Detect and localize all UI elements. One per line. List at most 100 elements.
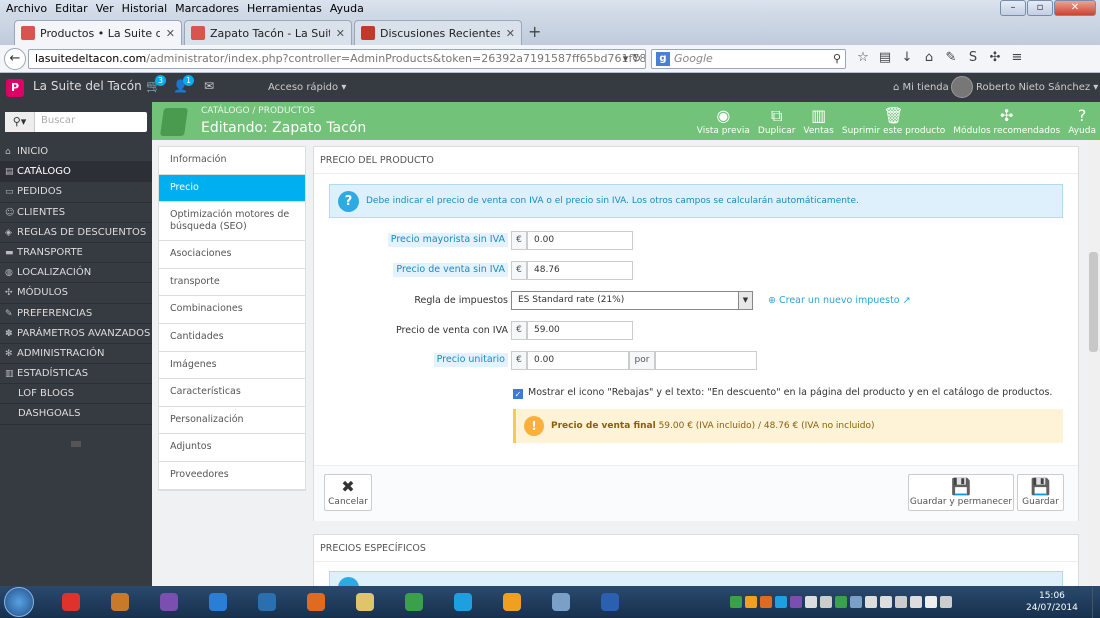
tray-icon[interactable]: [880, 596, 892, 608]
tab-close-icon[interactable]: ✕: [506, 27, 515, 40]
skype-icon[interactable]: S: [962, 50, 984, 65]
product-tab[interactable]: Precio: [159, 174, 305, 203]
product-tab[interactable]: Información: [159, 147, 305, 175]
sidebar-item-estadísticas[interactable]: ▥ ESTADÍSTICAS: [0, 364, 152, 385]
back-icon[interactable]: ←: [4, 48, 26, 70]
search-icon[interactable]: ⚲: [833, 50, 841, 68]
on-sale-checkbox[interactable]: ✓: [513, 389, 523, 399]
tab-close-icon[interactable]: ✕: [336, 27, 345, 40]
page-scrollbar[interactable]: [1087, 142, 1100, 586]
prestashop-logo-icon[interactable]: P: [6, 79, 24, 97]
bookmarks-icon[interactable]: ▤: [874, 50, 896, 65]
avatar[interactable]: [951, 76, 973, 98]
product-tab[interactable]: Optimización motores de búsqueda (SEO): [159, 202, 305, 242]
reload-icon[interactable]: ▾ ↻: [623, 50, 641, 68]
toolbar-button-help[interactable]: ? Ayuda: [1064, 102, 1100, 140]
taskbar-app[interactable]: [97, 588, 143, 616]
web-search-input[interactable]: g Google ⚲: [651, 49, 846, 69]
wholesale-price-input[interactable]: 0.00: [527, 231, 633, 250]
tab-close-icon[interactable]: ✕: [166, 27, 175, 40]
tax-rule-select[interactable]: ES Standard rate (21%) ▼: [511, 291, 753, 310]
menu-historial[interactable]: Historial: [122, 2, 167, 15]
retail-tax-price-input[interactable]: 59.00: [527, 321, 633, 340]
taskbar-app[interactable]: [489, 588, 535, 616]
sidebar-item-administración[interactable]: ✻ ADMINISTRACIÓN: [0, 344, 152, 365]
new-tab-icon[interactable]: +: [528, 22, 541, 41]
cancel-button[interactable]: ✖ Cancelar: [324, 474, 372, 511]
scrollbar-thumb[interactable]: [1089, 252, 1098, 352]
taskbar-app[interactable]: [48, 588, 94, 616]
sidebar-item-catálogo[interactable]: ▤ CATÁLOGO: [0, 162, 152, 183]
my-shop-link[interactable]: ⌂ Mi tienda: [893, 82, 949, 93]
product-tab[interactable]: Personalización: [159, 407, 305, 435]
start-button[interactable]: [4, 587, 34, 617]
user-dropdown[interactable]: Roberto Nieto Sánchez ▾: [976, 82, 1098, 93]
toolbar-button-chart[interactable]: ▥ Ventas: [799, 102, 837, 140]
unit-price-input[interactable]: 0.00: [527, 351, 629, 370]
sidebar-item-localización[interactable]: ◍ LOCALIZACIÓN: [0, 263, 152, 284]
product-tab[interactable]: Características: [159, 379, 305, 407]
clock[interactable]: 15:06 24/07/2014: [1026, 590, 1078, 614]
taskbar-app[interactable]: [195, 588, 241, 616]
create-tax-link[interactable]: ⊕ Crear un nuevo impuesto ↗: [768, 295, 911, 306]
tray-icon[interactable]: [925, 596, 937, 608]
tray-icon[interactable]: [790, 596, 802, 608]
tray-icon[interactable]: [760, 596, 772, 608]
breadcrumb[interactable]: CATÁLOGO / PRODUCTOS: [201, 106, 315, 116]
sidebar-item-inicio[interactable]: ⌂ INICIO: [0, 142, 152, 163]
tray-icon[interactable]: [805, 596, 817, 608]
toolbar-button-trash[interactable]: 🗑 Suprimir este producto: [838, 102, 949, 140]
browser-tab-productos[interactable]: Productos • La Suite del Ta... ✕: [14, 20, 182, 45]
search-icon[interactable]: ⚲▾: [5, 112, 35, 132]
product-tab[interactable]: Imágenes: [159, 352, 305, 380]
product-tab[interactable]: Asociaciones: [159, 241, 305, 269]
product-tab[interactable]: transporte: [159, 269, 305, 297]
sidebar-item-lof-blogs[interactable]: LOF BLOGS: [0, 384, 152, 405]
sidebar-item-módulos[interactable]: ✣ MÓDULOS: [0, 283, 152, 304]
sidebar-item-preferencias[interactable]: ✎ PREFERENCIAS: [0, 304, 152, 324]
tray-icon[interactable]: [820, 596, 832, 608]
tray-icon[interactable]: [730, 596, 742, 608]
browser-tab-zapato[interactable]: Zapato Tacón - La Suite de... ✕: [184, 20, 352, 45]
menu-editar[interactable]: Editar: [55, 2, 88, 15]
taskbar-app[interactable]: [244, 588, 290, 616]
product-tab[interactable]: Combinaciones: [159, 296, 305, 324]
sidebar-item-pedidos[interactable]: ▭ PEDIDOS: [0, 182, 152, 203]
addon-icon[interactable]: ✣: [984, 50, 1006, 65]
retail-price-input[interactable]: 48.76: [527, 261, 633, 280]
taskbar-app[interactable]: [146, 588, 192, 616]
bookmark-star-icon[interactable]: ☆: [852, 50, 874, 65]
taskbar-app[interactable]: [293, 588, 339, 616]
close-window-icon[interactable]: ✕: [1054, 0, 1096, 16]
tray-icon[interactable]: [895, 596, 907, 608]
toolbar-button-puzzle[interactable]: ✣ Módulos recomendados: [949, 102, 1064, 140]
save-button[interactable]: 💾 Guardar: [1017, 474, 1064, 511]
show-desktop-button[interactable]: [1092, 586, 1100, 618]
menu-ver[interactable]: Ver: [96, 2, 114, 15]
taskbar-app[interactable]: [538, 588, 584, 616]
unity-input[interactable]: [655, 351, 757, 370]
tray-icon[interactable]: [940, 596, 952, 608]
sidebar-item-clientes[interactable]: ☺ CLIENTES: [0, 203, 152, 223]
tray-icon[interactable]: [835, 596, 847, 608]
sidebar-item-transporte[interactable]: ▬ TRANSPORTE: [0, 243, 152, 264]
menu-herramientas[interactable]: Herramientas: [247, 2, 322, 15]
sidebar-search[interactable]: ⚲▾ Buscar: [5, 112, 147, 132]
tray-icon[interactable]: [745, 596, 757, 608]
browser-tab-discusiones[interactable]: Discusiones Recientes (1/3... ✕: [354, 20, 522, 45]
product-tab[interactable]: Cantidades: [159, 324, 305, 352]
message-icon[interactable]: ✉: [204, 79, 214, 93]
menu-ayuda[interactable]: Ayuda: [330, 2, 364, 15]
taskbar-app[interactable]: [342, 588, 388, 616]
product-tab[interactable]: Proveedores: [159, 462, 305, 490]
tray-icon[interactable]: [850, 596, 862, 608]
sidebar-item-dashgoals[interactable]: DASHGOALS: [0, 404, 152, 425]
taskbar-app[interactable]: [440, 588, 486, 616]
save-and-stay-button[interactable]: 💾 Guardar y permanecer: [908, 474, 1014, 511]
shop-name[interactable]: La Suite del Tacón: [33, 79, 142, 93]
download-icon[interactable]: ↓: [896, 50, 918, 65]
sidebar-item-reglas-de-descuentos[interactable]: ◈ REGLAS DE DESCUENTOS: [0, 223, 152, 243]
product-tab[interactable]: Adjuntos: [159, 434, 305, 462]
menu-icon[interactable]: ≡: [1006, 50, 1028, 65]
sidebar-item-parámetros-avanzados[interactable]: ✽ PARÁMETROS AVANZADOS: [0, 324, 152, 344]
